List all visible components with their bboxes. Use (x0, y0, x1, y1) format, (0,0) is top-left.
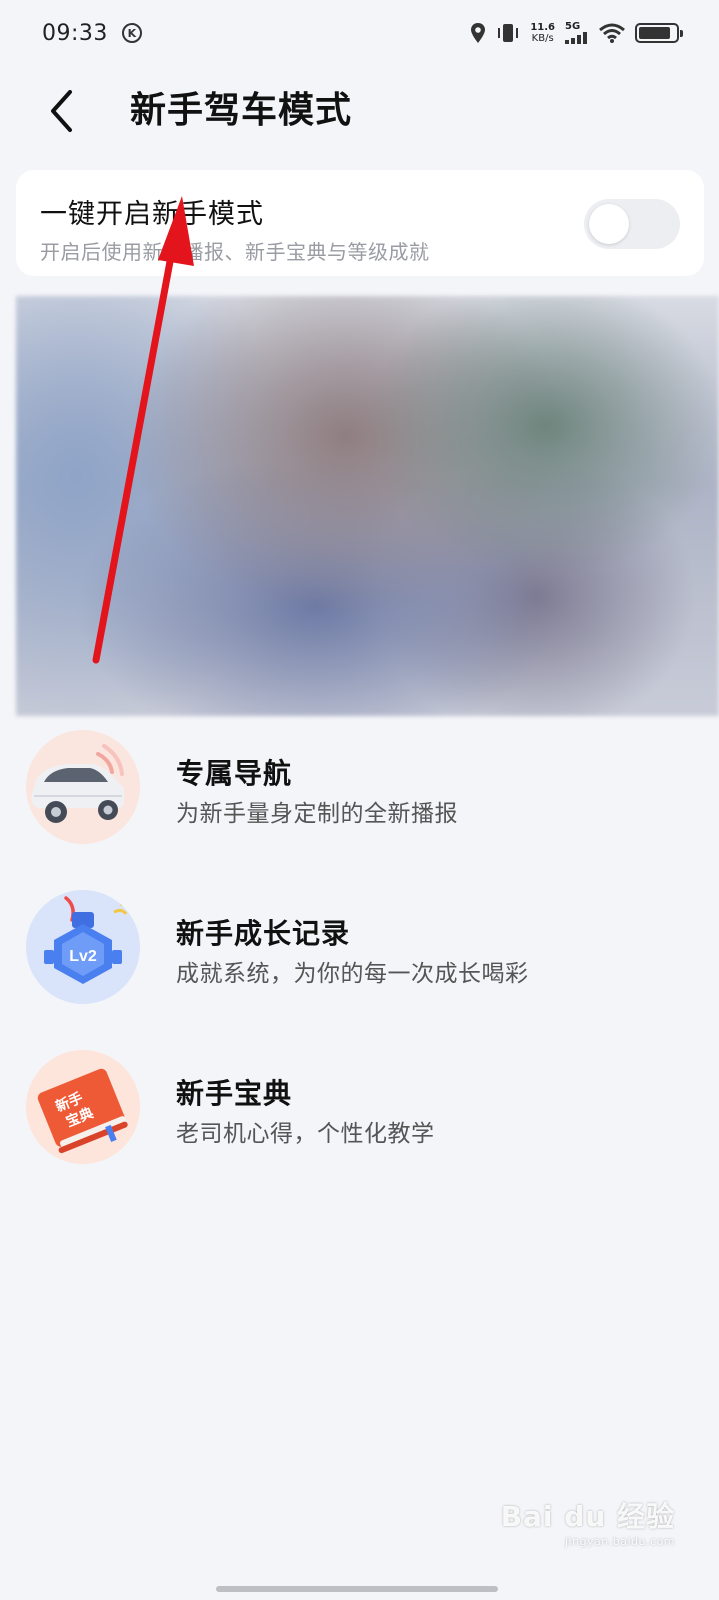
feature-description: 老司机心得，个性化教学 (176, 1121, 435, 1147)
battery-icon (635, 23, 683, 43)
car-icon (26, 730, 140, 844)
status-right: 11.6 KB/s 5G (470, 22, 683, 44)
level-badge-icon: Lv2 (26, 890, 140, 1004)
network-speed-value: 11.6 (530, 22, 555, 33)
novice-mode-card: 一键开启新手模式 开启后使用新手播报、新手宝典与等级成就 (16, 170, 704, 276)
chevron-left-icon (51, 90, 72, 132)
cellular-signal: 5G (565, 22, 589, 44)
watermark-sub: jingyan.baidu.com (564, 1535, 675, 1548)
feature-title: 新手宝典 (176, 1077, 293, 1110)
status-bar: 09:33 K 11.6 KB/s 5G (0, 0, 719, 66)
vibrate-icon (498, 24, 519, 42)
status-time: 09:33 (42, 20, 108, 46)
feature-growth-record[interactable]: Lv2 新手成长记录 成就系统，为你的每一次成长喝彩 (0, 890, 719, 1040)
novice-mode-subtitle: 开启后使用新手播报、新手宝典与等级成就 (40, 240, 430, 264)
page-header: 新手驾车模式 (0, 66, 719, 156)
blurred-banner-image (16, 296, 719, 716)
guide-book-icon: 新手 宝典 (26, 1050, 140, 1164)
toggle-knob (589, 204, 629, 244)
network-speed: 11.6 KB/s (530, 22, 555, 44)
network-type: 5G (565, 21, 581, 32)
signal-bars-icon (565, 32, 587, 44)
novice-mode-title: 一键开启新手模式 (40, 199, 264, 230)
k-app-icon: K (121, 23, 142, 43)
network-speed-unit: KB/s (531, 33, 554, 44)
feature-description: 成就系统，为你的每一次成长喝彩 (176, 961, 529, 987)
baidu-jingyan-watermark: Bai du 经验 jingyan.baidu.com (501, 1495, 675, 1548)
feature-exclusive-navigation[interactable]: 专属导航 为新手量身定制的全新播报 (0, 730, 719, 880)
back-button[interactable] (40, 86, 84, 136)
location-icon (471, 23, 486, 43)
status-left: 09:33 K (42, 21, 142, 46)
novice-mode-toggle[interactable] (584, 199, 680, 249)
feature-title: 新手成长记录 (176, 917, 351, 950)
feature-title: 专属导航 (176, 757, 293, 790)
home-indicator[interactable] (216, 1586, 498, 1592)
watermark-main: Bai du 经验 (500, 1500, 675, 1533)
wifi-icon (599, 23, 625, 43)
feature-description: 为新手量身定制的全新播报 (176, 801, 458, 827)
level-badge-text: Lv2 (69, 948, 97, 965)
feature-novice-guide[interactable]: 新手 宝典 新手宝典 老司机心得，个性化教学 (0, 1050, 719, 1200)
page-title: 新手驾车模式 (130, 90, 353, 131)
